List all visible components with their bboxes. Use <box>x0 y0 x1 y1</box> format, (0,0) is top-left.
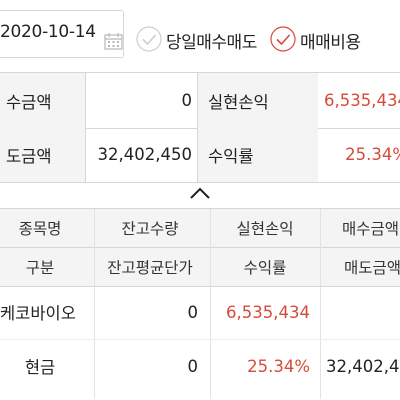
calendar-icon[interactable] <box>104 32 123 50</box>
check-circle-icon[interactable] <box>270 26 296 52</box>
header-sell-amount: 매도금액 <box>344 259 400 277</box>
header-balance-qty: 잔고수량 <box>121 220 179 238</box>
header-buy-amount: 매수금액 <box>342 220 400 238</box>
return-rate-label: 수익률 <box>198 127 318 182</box>
sell-amount-value: 32,402,450 <box>97 145 192 164</box>
realized-pnl-label: 실현손익 <box>198 73 318 128</box>
holdings-header-row: 구분 잔고평균단가 수익률 매도금액 <box>0 248 400 286</box>
header-category: 구분 <box>25 259 55 277</box>
header-return-rate: 수익률 <box>243 259 287 277</box>
summary-row: 도금액 32,402,450 수익률 25.34% <box>0 127 400 183</box>
date-value[interactable]: 2020-10-14 <box>0 22 96 42</box>
category-cash: 현금 <box>24 358 56 377</box>
header-realized-pnl: 실현손익 <box>236 220 294 238</box>
same-day-trade-label: 당일매수매도 <box>166 33 257 53</box>
trade-cost-label: 매매비용 <box>300 33 361 53</box>
sell-amount-label: 도금액 <box>0 127 85 182</box>
return-rate: 25.34% <box>247 356 310 376</box>
header-avg-price: 잔고평균단가 <box>107 259 193 277</box>
sell-amount: 32,402,450 <box>326 356 400 376</box>
summary-table: 수금액 0 실현손익 6,535,434 도금액 32,402,450 수익률 … <box>0 72 400 183</box>
trade-cost-option[interactable]: 매매비용 <box>270 26 400 56</box>
chevron-up-icon[interactable] <box>188 186 212 200</box>
holdings-header-row: 종목명 잔고수량 실현손익 매수금액 <box>0 209 400 247</box>
check-circle-icon[interactable] <box>136 26 162 52</box>
realized-pnl: 6,535,434 <box>226 302 310 322</box>
buy-amount-value: 0 <box>181 91 193 110</box>
realized-pnl-value: 6,535,434 <box>324 91 400 110</box>
summary-row: 수금액 0 실현손익 6,535,434 <box>0 72 400 129</box>
stock-name[interactable]: 케코바이오 <box>0 294 92 330</box>
balance-qty: 0 <box>187 302 199 322</box>
avg-price: 0 <box>187 356 199 376</box>
header-stock-name: 종목명 <box>18 220 62 238</box>
same-day-trade-option[interactable]: 당일매수매도 <box>136 26 266 56</box>
return-rate-value: 25.34% <box>345 145 400 164</box>
buy-amount-label: 수금액 <box>0 73 85 128</box>
